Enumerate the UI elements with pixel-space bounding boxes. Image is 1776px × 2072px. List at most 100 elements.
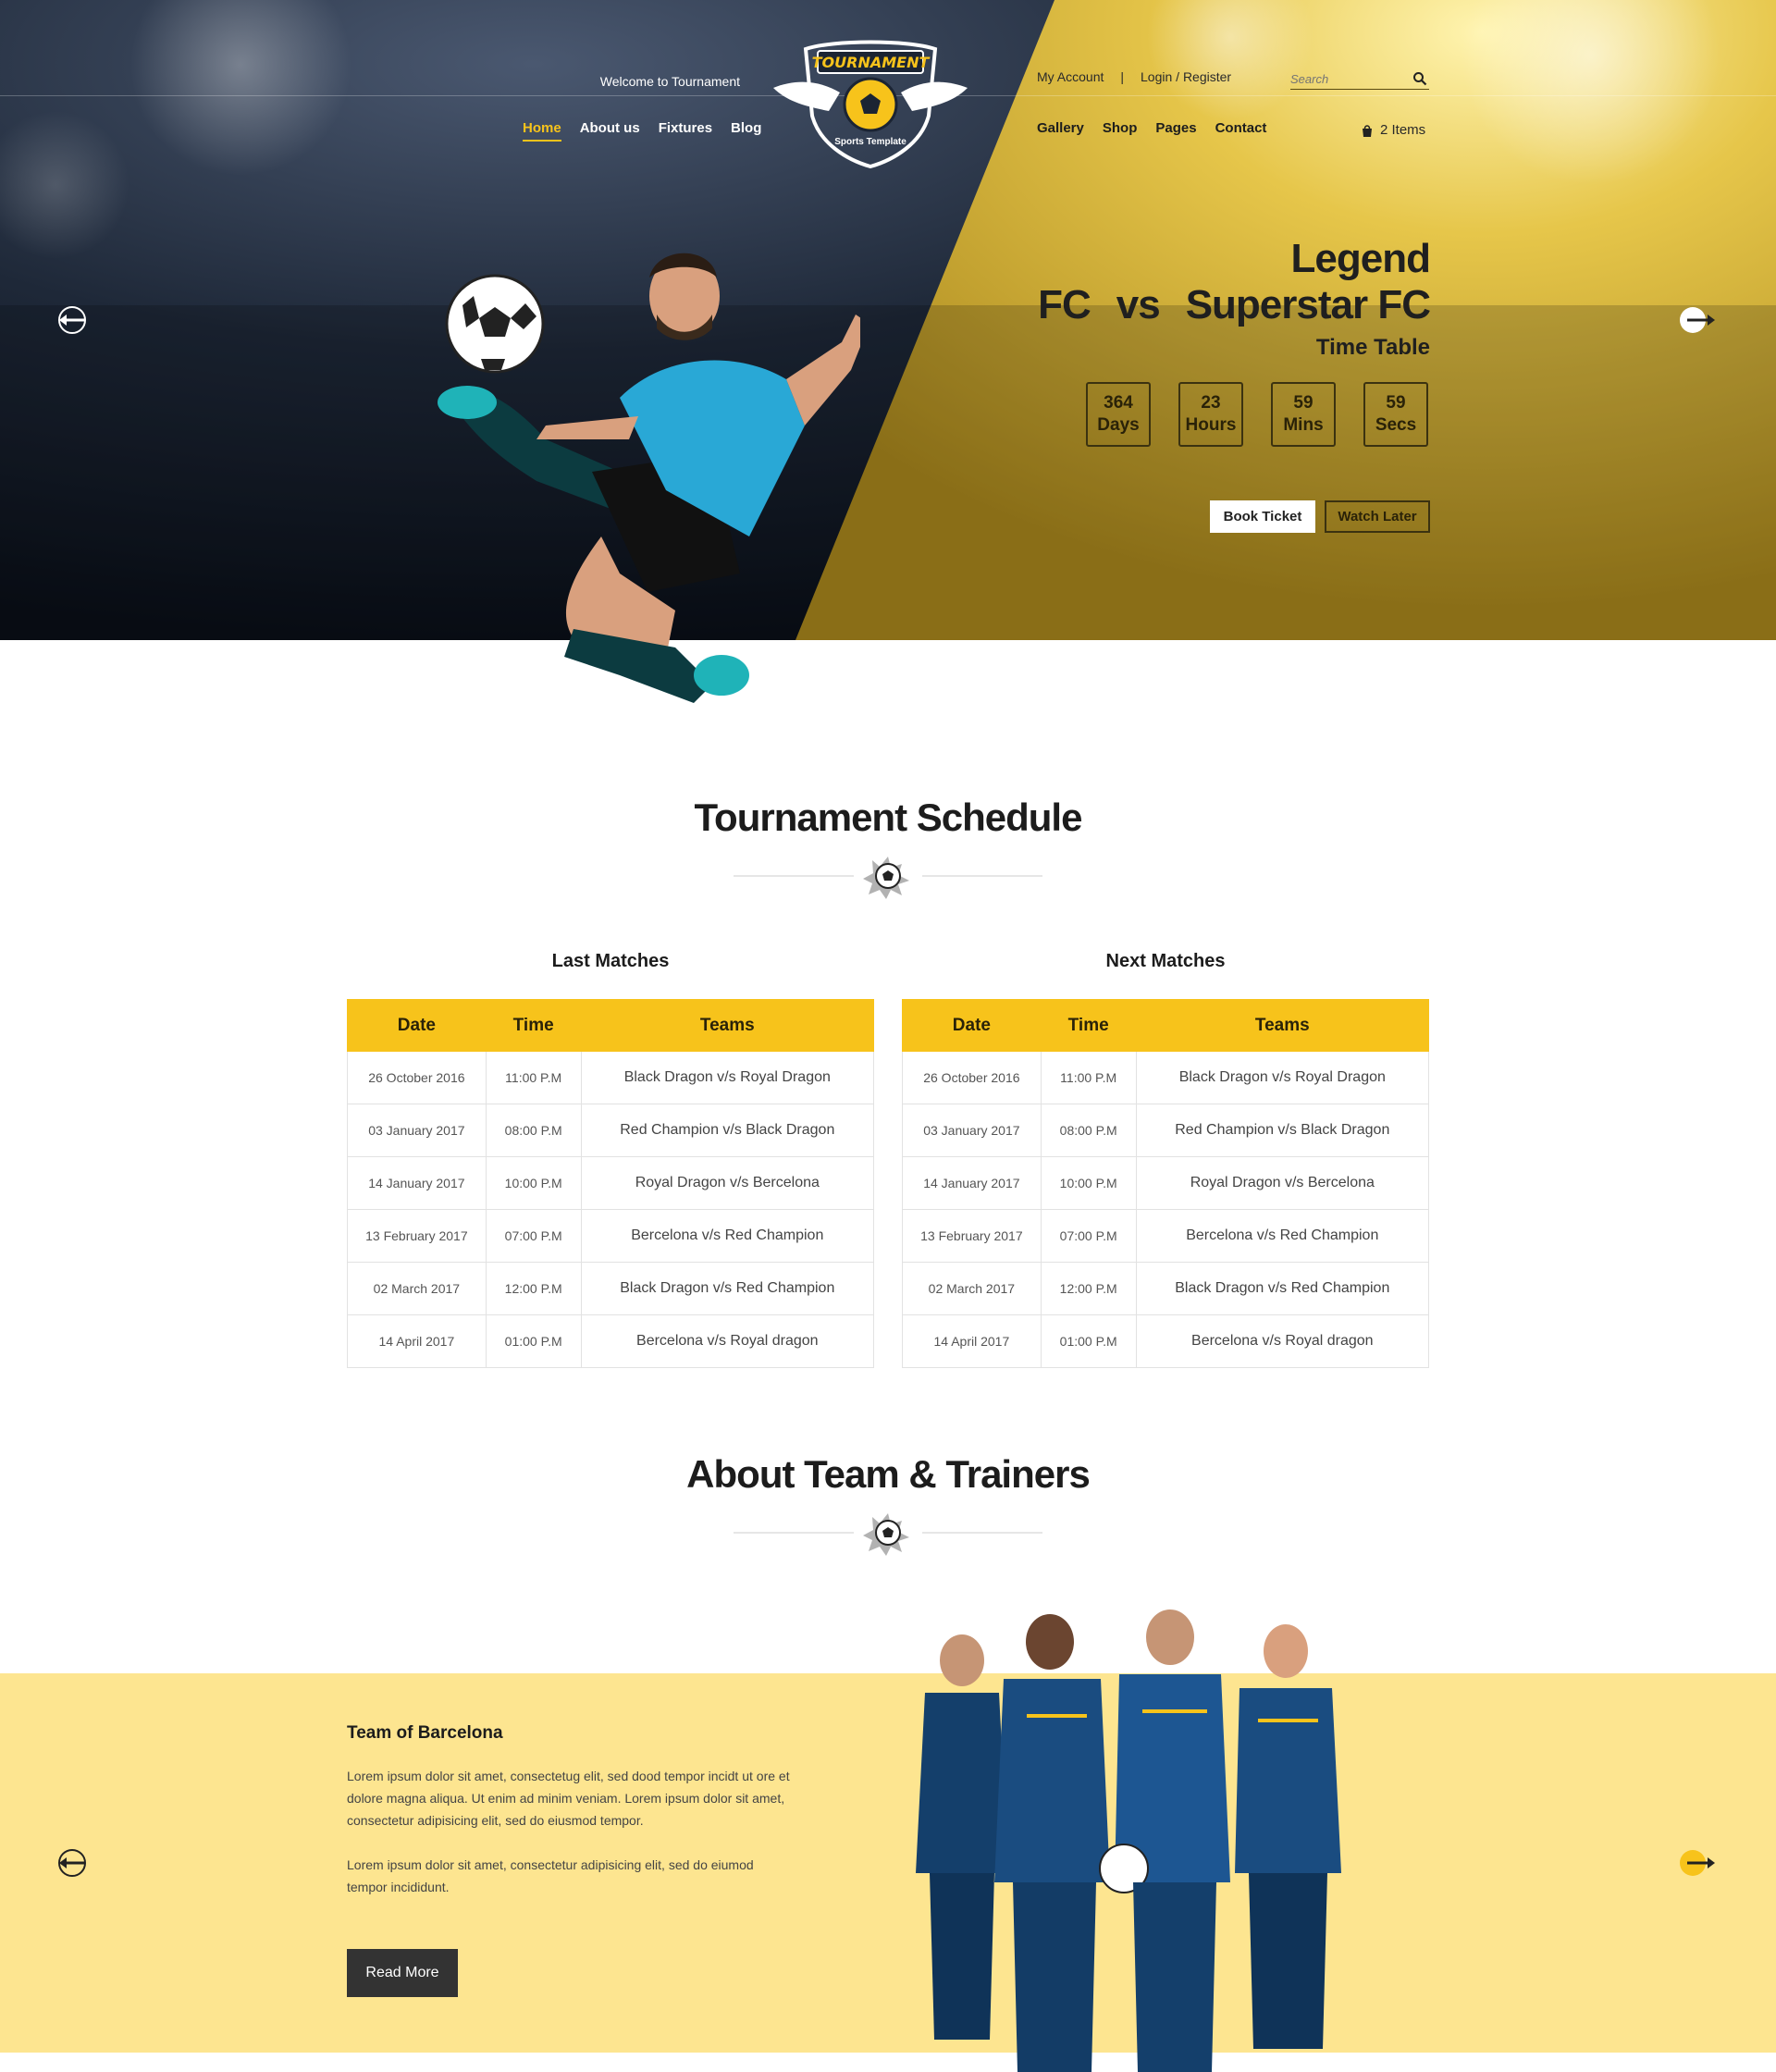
site-logo[interactable]: TOURNAMENT Sports Template [764, 23, 977, 171]
table-header-row: Date Time Teams [347, 999, 875, 1052]
team-paragraph-1: Lorem ipsum dolor sit amet, consectetug … [347, 1769, 790, 1828]
match-time: 11:00 P.M [1040, 1051, 1137, 1104]
next-matches-caption: Next Matches [1105, 951, 1226, 971]
login-register-link[interactable]: Login / Register [1141, 69, 1231, 84]
match-date: 02 March 2017 [902, 1262, 1042, 1315]
nav-home[interactable]: Home [523, 120, 561, 142]
match-time: 07:00 P.M [1040, 1209, 1137, 1263]
countdown-days: 364 Days [1086, 382, 1151, 447]
match-date: 26 October 2016 [347, 1051, 487, 1104]
nav-fixtures[interactable]: Fixtures [659, 120, 712, 142]
next-matches-table: Date Time Teams 26 October 2016 11:00 P.… [902, 999, 1430, 1368]
match-time: 01:00 P.M [485, 1314, 582, 1368]
cart-count: 2 Items [1380, 122, 1426, 138]
table-row: 14 January 2017 10:00 P.M Royal Dragon v… [347, 1156, 875, 1210]
welcome-text: Welcome to Tournament [599, 74, 740, 89]
countdown-value: 59 [1386, 393, 1406, 413]
match-time: 08:00 P.M [1040, 1104, 1137, 1157]
column-header-date: Date [347, 999, 487, 1052]
account-links: My Account | Login / Register [1037, 69, 1231, 84]
match-time: 12:00 P.M [1040, 1262, 1137, 1315]
countdown-unit: Mins [1283, 415, 1324, 435]
match-time: 12:00 P.M [485, 1262, 582, 1315]
countdown-value: 23 [1201, 393, 1221, 413]
soccer-ball-icon [863, 857, 909, 899]
nav-shop[interactable]: Shop [1103, 120, 1138, 136]
match-title: Legend FC vs Superstar FC [1008, 236, 1431, 328]
table-row: 03 January 2017 08:00 P.M Red Champion v… [347, 1104, 875, 1157]
match-date: 13 February 2017 [902, 1209, 1042, 1263]
column-header-time: Time [1040, 999, 1137, 1052]
book-ticket-button[interactable]: Book Ticket [1210, 500, 1315, 533]
schedule-title: Tournament Schedule [694, 796, 1083, 839]
table-row: 02 March 2017 12:00 P.M Black Dragon v/s… [902, 1262, 1430, 1315]
match-time: 10:00 P.M [1040, 1156, 1137, 1210]
table-row: 13 February 2017 07:00 P.M Bercelona v/s… [902, 1209, 1430, 1263]
match-date: 13 February 2017 [347, 1209, 487, 1263]
column-header-time: Time [485, 999, 582, 1052]
team-name: Team of Barcelona [347, 1723, 503, 1743]
match-time: 11:00 P.M [485, 1051, 582, 1104]
table-row: 26 October 2016 11:00 P.M Black Dragon v… [902, 1051, 1430, 1104]
last-matches-table: Date Time Teams 26 October 2016 11:00 P.… [347, 999, 875, 1368]
match-teams: Bercelona v/s Red Champion [1135, 1209, 1430, 1263]
nav-contact[interactable]: Contact [1215, 120, 1267, 136]
hero-next-arrow-icon[interactable] [1678, 300, 1719, 340]
team-section-title: About Team & Trainers [686, 1452, 1091, 1496]
logo-subtitle: Sports Template [834, 137, 906, 147]
match-time: 01:00 P.M [1040, 1314, 1137, 1368]
account-separator: | [1120, 69, 1125, 84]
match-teams: Bercelona v/s Red Champion [580, 1209, 875, 1263]
match-date: 26 October 2016 [902, 1051, 1042, 1104]
countdown-value: 364 [1104, 393, 1133, 413]
team-players-image [916, 1610, 1341, 2072]
match-date: 14 January 2017 [347, 1156, 487, 1210]
search-input[interactable] [1290, 72, 1401, 86]
countdown: 364 Days 23 Hours 59 Mins 59 Secs [1086, 382, 1428, 447]
match-date: 02 March 2017 [347, 1262, 487, 1315]
main-nav-right: Gallery Shop Pages Contact [1037, 120, 1266, 136]
team-prev-arrow-icon[interactable] [54, 1843, 94, 1883]
table-row: 14 April 2017 01:00 P.M Bercelona v/s Ro… [347, 1314, 875, 1368]
schedule-divider [734, 857, 1042, 899]
team-divider [734, 1513, 1042, 1556]
countdown-mins: 59 Mins [1271, 382, 1336, 447]
countdown-unit: Days [1097, 415, 1140, 435]
nav-pages[interactable]: Pages [1155, 120, 1196, 136]
watch-later-button[interactable]: Watch Later [1325, 500, 1430, 533]
soccer-ball-icon [863, 1513, 909, 1556]
time-table-label: Time Table [1315, 335, 1430, 360]
match-teams: Black Dragon v/s Red Champion [580, 1262, 875, 1315]
table-header-row: Date Time Teams [902, 999, 1430, 1052]
vs-label: vs [1116, 282, 1161, 327]
last-matches-caption: Last Matches [551, 951, 670, 971]
hero-buttons: Book Ticket Watch Later [1210, 500, 1430, 533]
player-kicking-image [438, 253, 860, 703]
nav-about-us[interactable]: About us [580, 120, 640, 142]
soccer-ball-icon [445, 274, 545, 374]
match-teams: Royal Dragon v/s Bercelona [580, 1156, 875, 1210]
table-row: 26 October 2016 11:00 P.M Black Dragon v… [347, 1051, 875, 1104]
search-icon[interactable] [1412, 71, 1427, 86]
hero-prev-arrow-icon[interactable] [54, 300, 94, 340]
read-more-button[interactable]: Read More [347, 1949, 458, 1997]
table-row: 02 March 2017 12:00 P.M Black Dragon v/s… [347, 1262, 875, 1315]
table-row: 14 January 2017 10:00 P.M Royal Dragon v… [902, 1156, 1430, 1210]
column-header-date: Date [902, 999, 1042, 1052]
my-account-link[interactable]: My Account [1037, 69, 1104, 84]
cart-icon [1363, 124, 1372, 137]
nav-gallery[interactable]: Gallery [1037, 120, 1084, 136]
match-date: 14 April 2017 [347, 1314, 487, 1368]
main-nav-left: Home About us Fixtures Blog [523, 120, 761, 142]
cart-button[interactable]: 2 Items [1360, 122, 1425, 138]
countdown-value: 59 [1293, 393, 1314, 413]
table-row: 14 April 2017 01:00 P.M Bercelona v/s Ro… [902, 1314, 1430, 1368]
countdown-secs: 59 Secs [1363, 382, 1428, 447]
team-next-arrow-icon[interactable] [1678, 1843, 1719, 1883]
match-time: 08:00 P.M [485, 1104, 582, 1157]
team-b-name: Superstar FC [1185, 282, 1431, 327]
column-header-teams: Teams [1135, 999, 1430, 1052]
match-teams: Red Champion v/s Black Dragon [580, 1104, 875, 1157]
team-description: Lorem ipsum dolor sit amet, consectetug … [347, 1765, 791, 1898]
nav-blog[interactable]: Blog [731, 120, 761, 142]
